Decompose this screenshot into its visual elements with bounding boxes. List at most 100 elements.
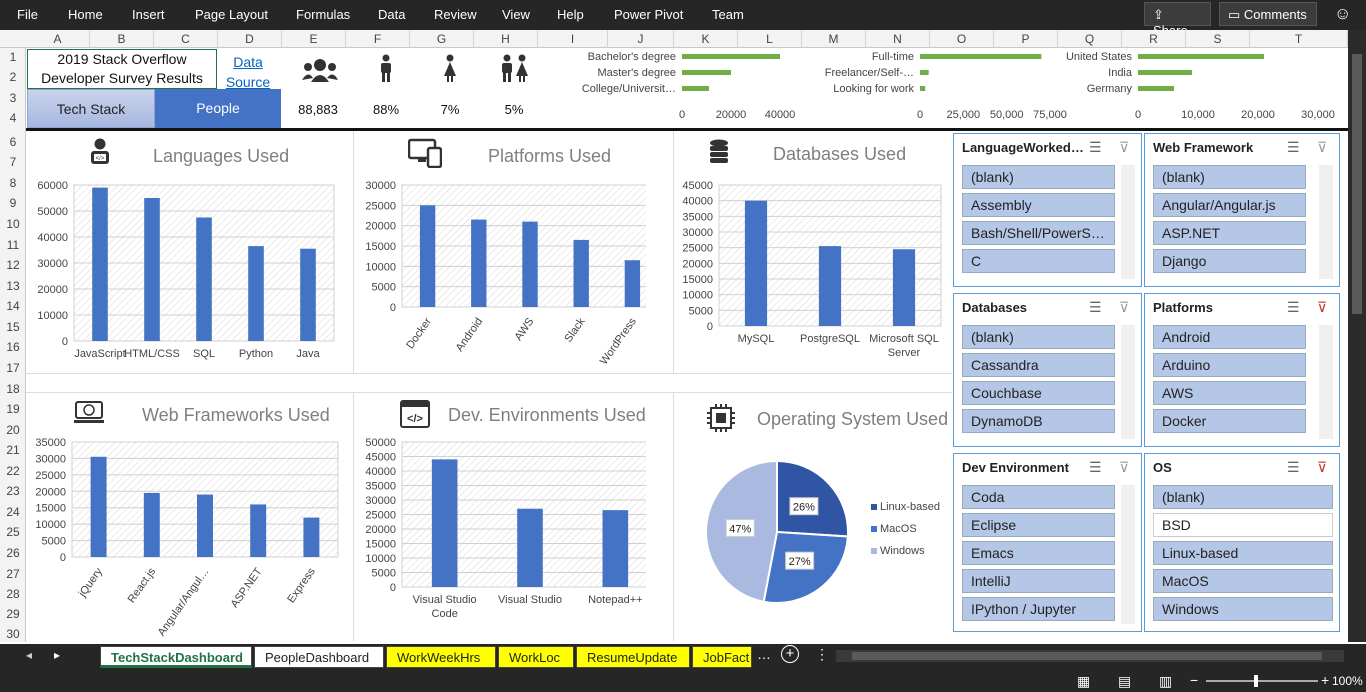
slicer-item[interactable]: DynamoDB: [962, 409, 1115, 433]
multi-select-icon[interactable]: ☰: [1089, 299, 1102, 316]
column-header[interactable]: R: [1122, 30, 1186, 48]
slicer-item[interactable]: MacOS: [1153, 569, 1333, 593]
menu-home[interactable]: Home: [68, 7, 103, 22]
share-button[interactable]: ⇪ Share: [1144, 2, 1211, 38]
column-header[interactable]: H: [474, 30, 538, 48]
slicer-item[interactable]: AWS: [1153, 381, 1306, 405]
slicer-item[interactable]: Arduino: [1153, 353, 1306, 377]
comments-button[interactable]: ▭ Comments: [1219, 2, 1317, 26]
column-header[interactable]: A: [26, 30, 90, 48]
page-layout-view-icon[interactable]: ▤: [1118, 673, 1131, 690]
slicer-item[interactable]: Windows: [1153, 597, 1333, 621]
clear-filter-icon[interactable]: ⊽: [1119, 459, 1129, 476]
slicer-scrollbar[interactable]: [1319, 325, 1333, 439]
row-header[interactable]: 16: [0, 340, 26, 354]
menu-data[interactable]: Data: [378, 7, 405, 22]
slicer-item[interactable]: ASP.NET: [1153, 221, 1306, 245]
row-header[interactable]: 23: [0, 484, 26, 498]
slicer-item[interactable]: (blank): [1153, 165, 1306, 189]
row-header[interactable]: 20: [0, 423, 26, 437]
slicer-item[interactable]: Docker: [1153, 409, 1306, 433]
row-header[interactable]: 9: [0, 196, 26, 210]
row-header[interactable]: 1: [0, 50, 26, 64]
vertical-scrollbar[interactable]: [1348, 30, 1366, 642]
column-header[interactable]: O: [930, 30, 994, 48]
row-header[interactable]: 19: [0, 402, 26, 416]
menu-review[interactable]: Review: [434, 7, 477, 22]
row-header[interactable]: 28: [0, 587, 26, 601]
multi-select-icon[interactable]: ☰: [1089, 459, 1102, 476]
data-source-link[interactable]: Data Source: [222, 52, 274, 92]
slicer-item[interactable]: Django: [1153, 249, 1306, 273]
menu-file[interactable]: File: [17, 7, 38, 22]
slicer-item[interactable]: (blank): [962, 165, 1115, 189]
slicer-item[interactable]: Eclipse: [962, 513, 1115, 537]
row-header[interactable]: 11: [0, 238, 26, 252]
tab-scroll-left-icon[interactable]: ◂: [26, 648, 32, 662]
slicer-item[interactable]: (blank): [1153, 485, 1333, 509]
row-header[interactable]: 3: [0, 91, 26, 105]
menu-formulas[interactable]: Formulas: [296, 7, 350, 22]
menu-page-layout[interactable]: Page Layout: [195, 7, 268, 22]
more-tabs-icon[interactable]: …: [757, 646, 771, 662]
row-header[interactable]: 15: [0, 320, 26, 334]
row-header[interactable]: 10: [0, 217, 26, 231]
sheet-tab[interactable]: PeopleDashboard: [254, 646, 384, 668]
row-header[interactable]: 18: [0, 382, 26, 396]
column-header[interactable]: L: [738, 30, 802, 48]
slicer-item[interactable]: Bash/Shell/PowerS…: [962, 221, 1115, 245]
row-header[interactable]: 12: [0, 258, 26, 272]
normal-view-icon[interactable]: ▦: [1077, 673, 1090, 690]
sheet-tab[interactable]: WorkLoc: [498, 646, 574, 668]
slicer-item[interactable]: Linux-based: [1153, 541, 1333, 565]
slicer-item[interactable]: Couchbase: [962, 381, 1115, 405]
slicer-item[interactable]: Cassandra: [962, 353, 1115, 377]
slicer-item[interactable]: Emacs: [962, 541, 1115, 565]
row-header[interactable]: 25: [0, 525, 26, 539]
menu-power-pivot[interactable]: Power Pivot: [614, 7, 683, 22]
zoom-slider[interactable]: [1206, 675, 1318, 687]
clear-filter-icon[interactable]: ⊽: [1317, 139, 1327, 156]
row-header[interactable]: 27: [0, 567, 26, 581]
row-header[interactable]: 30: [0, 627, 26, 641]
zoom-in-icon[interactable]: +: [1321, 672, 1329, 688]
column-header[interactable]: C: [154, 30, 218, 48]
row-header[interactable]: 4: [0, 111, 26, 125]
row-header[interactable]: 17: [0, 361, 26, 375]
column-header[interactable]: N: [866, 30, 930, 48]
slicer-item[interactable]: BSD: [1153, 513, 1333, 537]
row-header[interactable]: 24: [0, 505, 26, 519]
column-header[interactable]: F: [346, 30, 410, 48]
row-header[interactable]: 13: [0, 279, 26, 293]
tab-tech-stack[interactable]: Tech Stack: [27, 89, 155, 128]
menu-help[interactable]: Help: [557, 7, 584, 22]
column-header[interactable]: P: [994, 30, 1058, 48]
zoom-out-icon[interactable]: −: [1190, 672, 1198, 688]
row-header[interactable]: 29: [0, 607, 26, 621]
slicer-scrollbar[interactable]: [1121, 485, 1135, 624]
column-header[interactable]: M: [802, 30, 866, 48]
sheet-tab[interactable]: JobFact: [692, 646, 752, 668]
row-header[interactable]: 26: [0, 546, 26, 560]
column-header[interactable]: K: [674, 30, 738, 48]
slicer-item[interactable]: C: [962, 249, 1115, 273]
menu-team[interactable]: Team: [712, 7, 744, 22]
multi-select-icon[interactable]: ☰: [1287, 139, 1300, 156]
slicer-item[interactable]: Angular/Angular.js: [1153, 193, 1306, 217]
column-header[interactable]: D: [218, 30, 282, 48]
multi-select-icon[interactable]: ☰: [1089, 139, 1102, 156]
clear-filter-icon[interactable]: ⊽: [1119, 139, 1129, 156]
column-header[interactable]: I: [538, 30, 608, 48]
column-header[interactable]: J: [608, 30, 674, 48]
tab-people[interactable]: People: [155, 89, 281, 128]
column-header[interactable]: S: [1186, 30, 1250, 48]
page-break-view-icon[interactable]: ▥: [1159, 673, 1172, 690]
horizontal-scrollbar[interactable]: [836, 650, 1344, 662]
smiley-feedback-icon[interactable]: ☺: [1334, 4, 1351, 24]
menu-insert[interactable]: Insert: [132, 7, 165, 22]
column-header[interactable]: Q: [1058, 30, 1122, 48]
multi-select-icon[interactable]: ☰: [1287, 459, 1300, 476]
row-header[interactable]: 6: [0, 135, 26, 149]
tab-scroll-right-icon[interactable]: ▸: [54, 648, 60, 662]
clear-filter-icon[interactable]: ⊽: [1317, 459, 1327, 476]
